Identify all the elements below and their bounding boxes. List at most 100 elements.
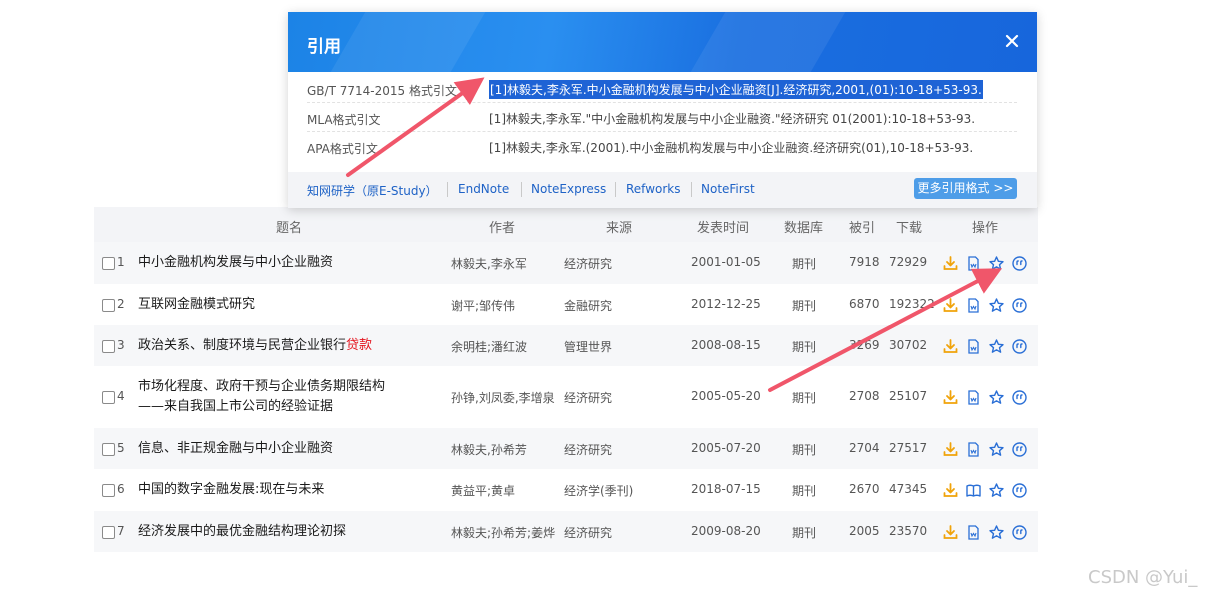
database-type: 期刊: [792, 340, 817, 354]
author-link[interactable]: 孙铮,刘凤委,李增泉: [451, 389, 555, 406]
source-link[interactable]: 经济学(季刊): [564, 482, 633, 499]
quote-icon[interactable]: [1011, 338, 1028, 355]
star-icon[interactable]: [988, 389, 1005, 406]
cited-count-link[interactable]: 2670: [849, 482, 880, 496]
star-icon[interactable]: [988, 338, 1005, 355]
download-icon[interactable]: [942, 524, 959, 541]
download-count-link[interactable]: 72929: [889, 255, 927, 269]
row-checkbox[interactable]: [102, 484, 115, 497]
cited-count-link[interactable]: 2708: [849, 389, 880, 403]
html-read-icon[interactable]: [965, 524, 982, 541]
row-checkbox[interactable]: [102, 257, 115, 270]
article-title-link[interactable]: 经济发展中的最优金融结构理论初探: [138, 522, 438, 542]
database-type: 期刊: [792, 299, 817, 313]
table-row: 6 中国的数字金融发展:现在与未来 黄益平;黄卓 经济学(季刊) 2018-07-15 期…: [94, 469, 1038, 511]
row-checkbox[interactable]: [102, 340, 115, 353]
more-formats-button[interactable]: 更多引用格式 >>: [914, 178, 1017, 199]
close-icon[interactable]: [1003, 32, 1021, 50]
star-icon[interactable]: [988, 255, 1005, 272]
export-noteexpress-link[interactable]: NoteExpress: [531, 182, 606, 196]
download-icon[interactable]: [942, 338, 959, 355]
cited-count-link[interactable]: 3269: [849, 338, 880, 352]
cited-count-link[interactable]: 2005: [849, 524, 880, 538]
row-checkbox[interactable]: [102, 391, 115, 404]
html-read-icon[interactable]: [965, 255, 982, 272]
html-read-icon[interactable]: [965, 389, 982, 406]
page: 题名 作者 来源 发表时间 数据库 被引 下载 操作 1 中小金融机构发展与中小企…: [0, 0, 1223, 596]
download-count-link[interactable]: 23570: [889, 524, 927, 538]
author-link[interactable]: 林毅夫;孙希芳;姜烨: [451, 524, 555, 541]
download-icon[interactable]: [942, 297, 959, 314]
article-title-link[interactable]: 市场化程度、政府干预与企业债务期限结构 ——来自我国上市公司的经验证据: [138, 377, 438, 417]
quote-icon[interactable]: [1011, 389, 1028, 406]
citation-text[interactable]: [1]林毅夫,李永军."中小金融机构发展与中小企业融资."经济研究 01(200…: [489, 110, 975, 127]
article-title-link[interactable]: 中国的数字金融发展:现在与未来: [138, 480, 438, 500]
author-link[interactable]: 余明桂;潘红波: [451, 338, 527, 355]
download-count-link[interactable]: 27517: [889, 441, 927, 455]
source-link[interactable]: 经济研究: [564, 524, 612, 541]
row-number: 7: [117, 524, 125, 538]
star-icon[interactable]: [988, 441, 1005, 458]
article-title-link[interactable]: 政治关系、制度环境与民营企业银行贷款: [138, 336, 438, 356]
row-checkbox[interactable]: [102, 443, 115, 456]
quote-icon[interactable]: [1011, 524, 1028, 541]
download-icon[interactable]: [942, 441, 959, 458]
header-author: 作者: [489, 221, 516, 236]
divider: [521, 182, 522, 197]
download-count-link[interactable]: 47345: [889, 482, 927, 496]
header-decoration: [330, 12, 486, 72]
article-title-link[interactable]: 中小金融机构发展与中小企业融资: [138, 253, 438, 273]
export-refworks-link[interactable]: Refworks: [626, 182, 681, 196]
download-icon[interactable]: [942, 389, 959, 406]
citation-text[interactable]: [1]林毅夫,李永军.(2001).中小金融机构发展与中小企业融资.经济研究(0…: [489, 139, 973, 156]
quote-icon[interactable]: [1011, 297, 1028, 314]
article-title-link[interactable]: 互联网金融模式研究: [138, 295, 438, 315]
author-link[interactable]: 谢平;邹传伟: [451, 297, 515, 314]
author-link[interactable]: 林毅夫,孙希芳: [451, 441, 527, 458]
star-icon[interactable]: [988, 297, 1005, 314]
quote-icon[interactable]: [1011, 482, 1028, 499]
cited-count-link[interactable]: 7918: [849, 255, 880, 269]
citation-text[interactable]: [1]林毅夫,李永军.中小金融机构发展与中小企业融资[J].经济研究,2001,…: [489, 80, 983, 99]
html-read-icon[interactable]: [965, 297, 982, 314]
book-read-icon[interactable]: [965, 482, 982, 499]
source-link[interactable]: 经济研究: [564, 441, 612, 458]
author-link[interactable]: 林毅夫,李永军: [451, 255, 527, 272]
download-icon[interactable]: [942, 482, 959, 499]
divider: [691, 182, 692, 197]
download-count-link[interactable]: 30702: [889, 338, 927, 352]
export-endnote-link[interactable]: EndNote: [458, 182, 509, 196]
database-type: 期刊: [792, 526, 817, 540]
row-checkbox[interactable]: [102, 299, 115, 312]
citation-format-label: MLA格式引文: [307, 113, 381, 127]
export-bar: 知网研学（原E-Study） EndNote NoteExpress Refwo…: [288, 172, 1037, 208]
article-title-link[interactable]: 信息、非正规金融与中小企业融资: [138, 439, 438, 459]
html-read-icon[interactable]: [965, 338, 982, 355]
row-checkbox[interactable]: [102, 526, 115, 539]
source-link[interactable]: 金融研究: [564, 297, 612, 314]
table-row: 3 政治关系、制度环境与民营企业银行贷款 余明桂;潘红波 管理世界 2008-08-15…: [94, 325, 1038, 366]
cited-count-link[interactable]: 2704: [849, 441, 880, 455]
star-icon[interactable]: [988, 482, 1005, 499]
citation-row-apa: APA格式引文 [1]林毅夫,李永军.(2001).中小金融机构发展与中小企业融…: [307, 132, 1017, 161]
quote-icon[interactable]: [1011, 441, 1028, 458]
export-estudy-link[interactable]: 知网研学（原E-Study）: [307, 182, 438, 199]
star-icon[interactable]: [988, 524, 1005, 541]
source-link[interactable]: 经济研究: [564, 389, 612, 406]
html-read-icon[interactable]: [965, 441, 982, 458]
download-icon[interactable]: [942, 255, 959, 272]
cited-count-link[interactable]: 6870: [849, 297, 880, 311]
header-downloads[interactable]: 下载: [896, 217, 922, 236]
row-operations: [942, 524, 1028, 541]
author-link[interactable]: 黄益平;黄卓: [451, 482, 515, 499]
quote-icon[interactable]: [1011, 255, 1028, 272]
download-count-link[interactable]: 192322: [889, 297, 935, 311]
download-count-link[interactable]: 25107: [889, 389, 927, 403]
header-date[interactable]: 发表时间: [697, 217, 749, 236]
header-cited[interactable]: 被引: [849, 217, 875, 236]
database-type: 期刊: [792, 443, 817, 457]
source-link[interactable]: 经济研究: [564, 255, 612, 272]
export-notefirst-link[interactable]: NoteFirst: [701, 182, 755, 196]
source-link[interactable]: 管理世界: [564, 338, 612, 355]
header-title[interactable]: 题名: [276, 217, 302, 236]
